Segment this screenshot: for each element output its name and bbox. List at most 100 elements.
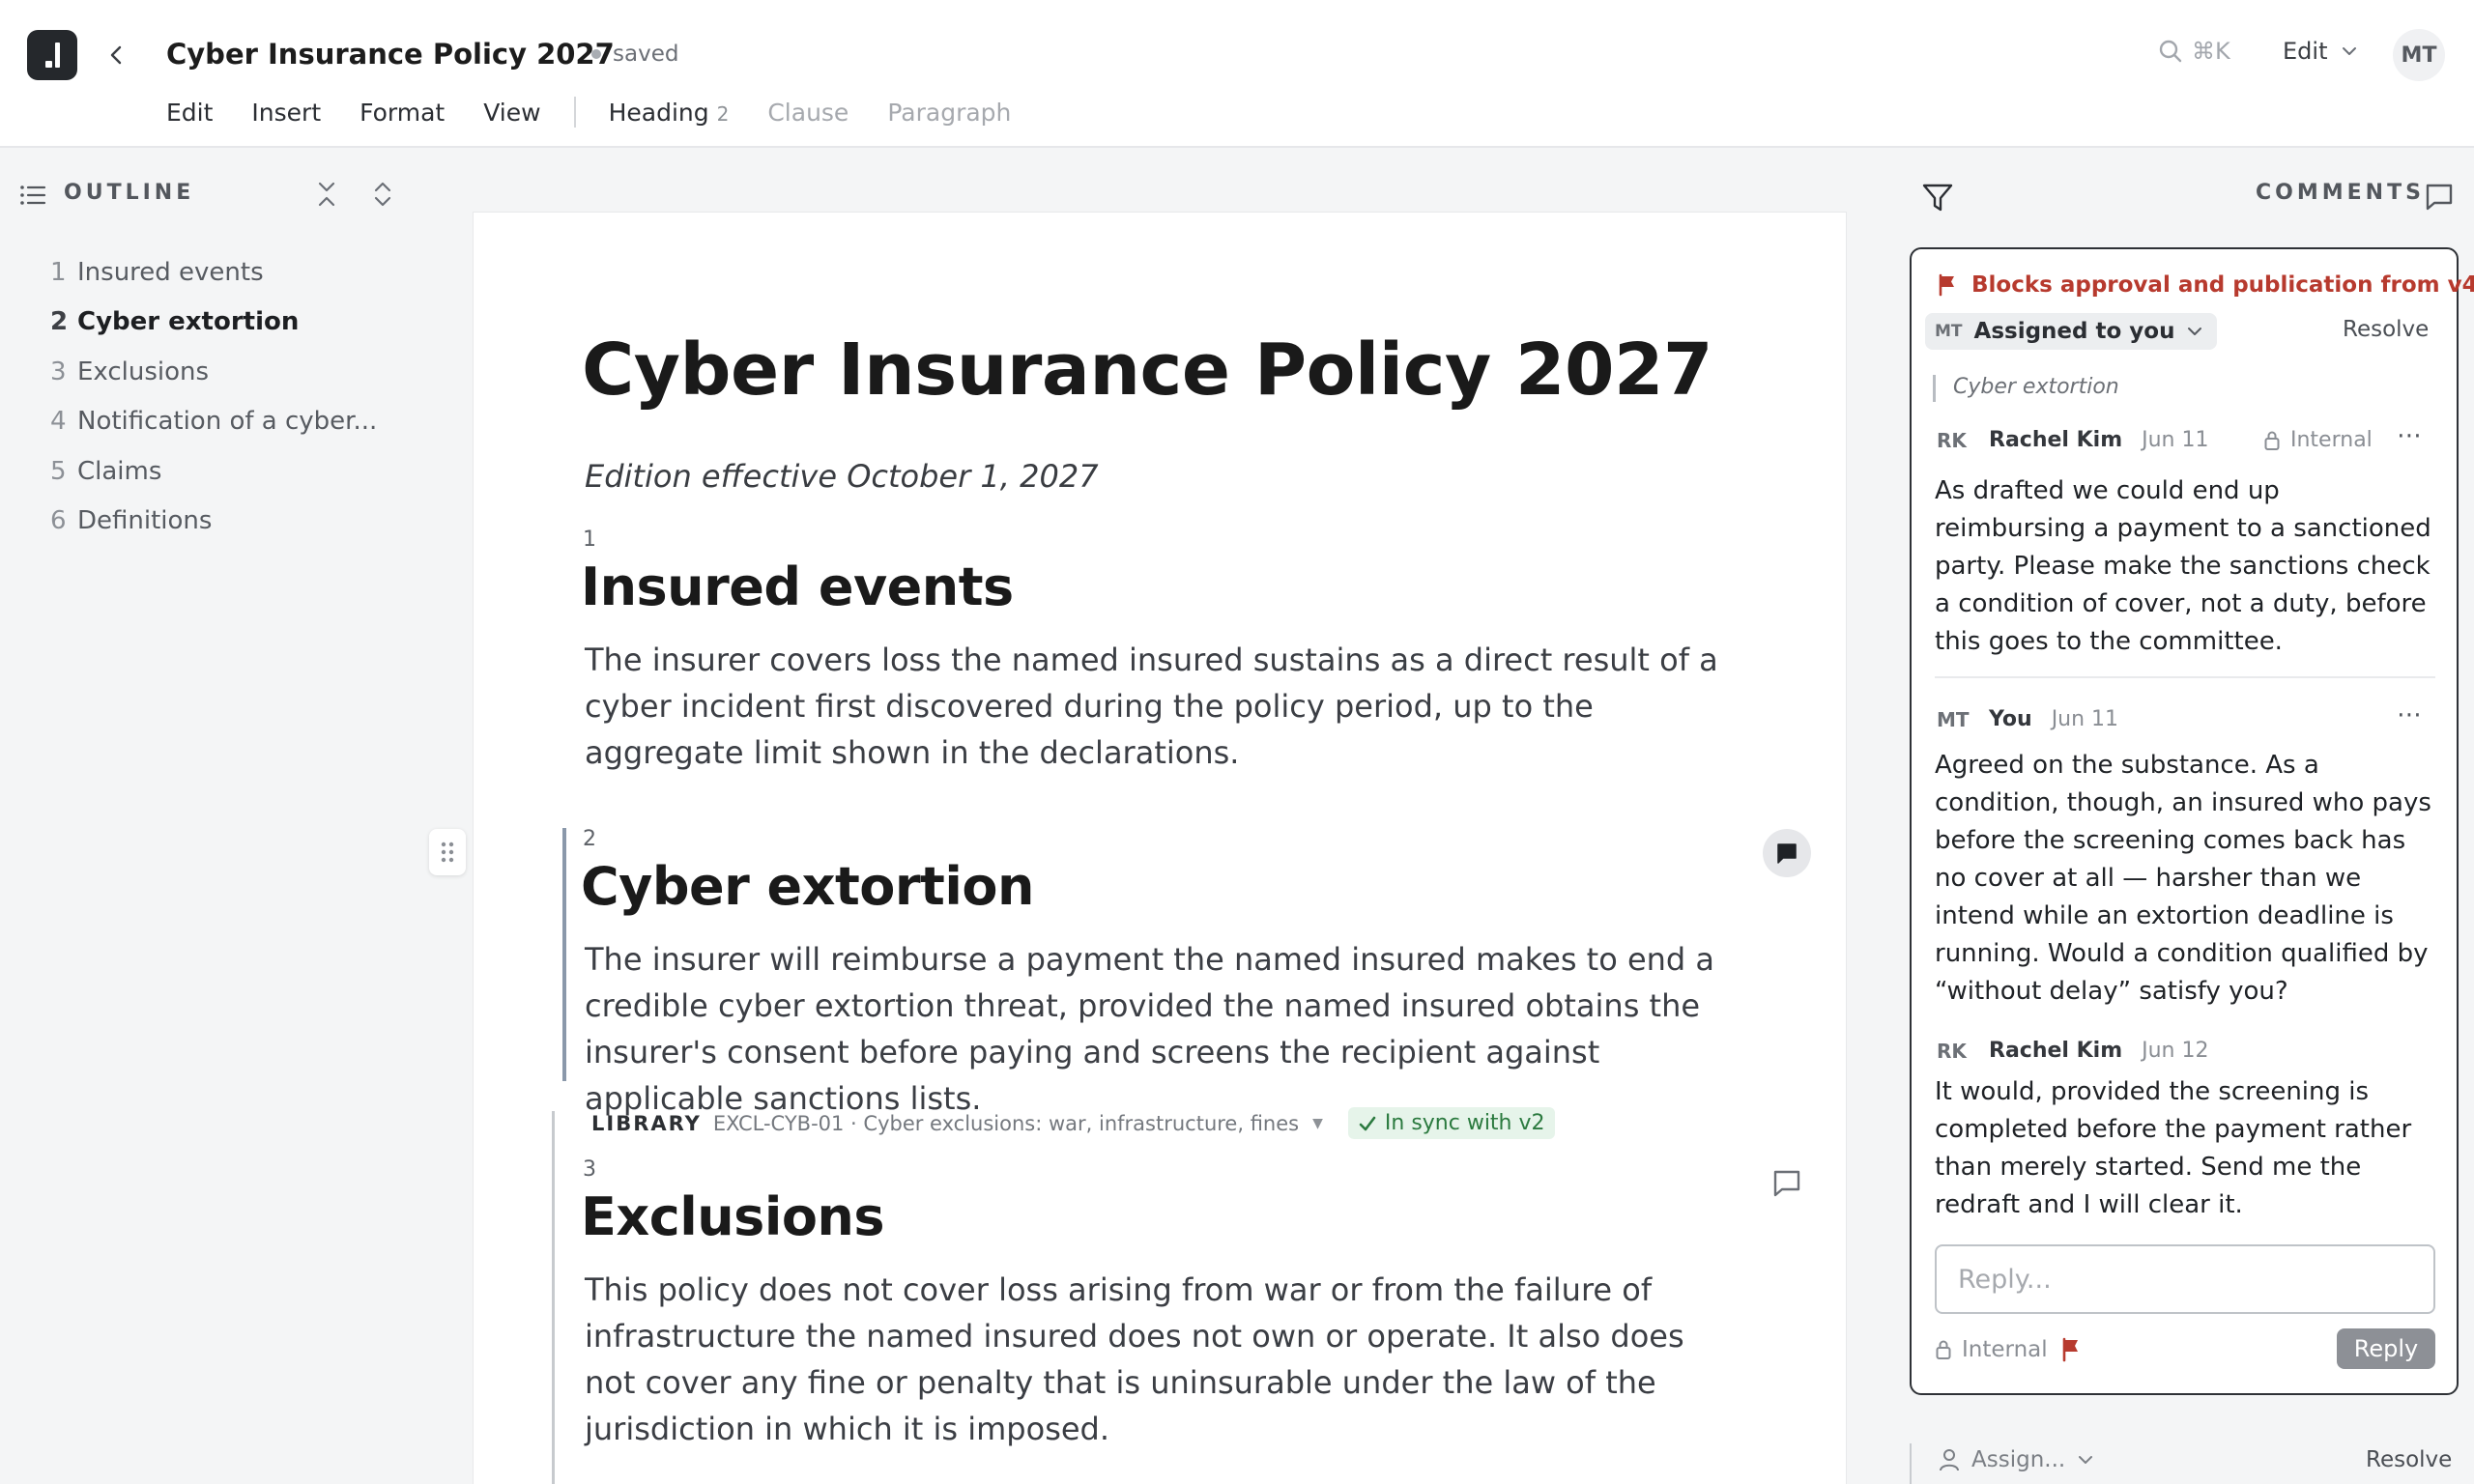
list-icon <box>20 186 46 205</box>
section-number: 3 <box>583 1157 596 1182</box>
filter-icon[interactable] <box>1921 183 1954 214</box>
flag-icon <box>1939 273 1954 297</box>
sync-badge: In sync with v2 <box>1347 1107 1555 1139</box>
menu-insert[interactable]: Insert <box>251 99 321 127</box>
assignee-initials: MT <box>1935 322 1963 341</box>
top-bar: Cyber Insurance Policy 2027 saved ⌘K Edi… <box>0 0 2474 148</box>
drag-handle[interactable] <box>429 829 466 875</box>
section-body[interactable]: This policy does not cover loss arising … <box>585 1267 1744 1452</box>
assignee-dropdown[interactable]: MT Assigned to you <box>1925 313 2218 350</box>
assign-dropdown[interactable]: Assign... <box>1939 1447 2094 1472</box>
document-title[interactable]: Cyber Insurance Policy 2027 <box>166 38 615 71</box>
outline-item-number: 4 <box>50 407 67 437</box>
save-status: saved <box>591 42 678 67</box>
assign-label: Assign... <box>1971 1447 2066 1472</box>
search-icon <box>2159 40 2182 63</box>
library-reference[interactable]: LIBRARY EXCL-CYB-01 · Cyber exclusions: … <box>591 1107 1555 1139</box>
collapse-all-icon[interactable] <box>313 180 340 209</box>
sync-status: In sync with v2 <box>1384 1111 1545 1135</box>
style-clause[interactable]: Clause <box>767 99 849 127</box>
chevron-down-icon <box>2188 328 2202 335</box>
caret-down-icon[interactable]: ▼ <box>1312 1116 1323 1131</box>
check-icon <box>1359 1116 1376 1130</box>
user-avatar[interactable]: MT <box>2393 29 2445 81</box>
resolve-button[interactable]: Resolve <box>2366 1447 2452 1472</box>
visibility-label: Internal <box>2290 428 2373 452</box>
outline-item[interactable]: 4 Notification of a cyber... <box>50 397 379 447</box>
comments-title: COMMENTS <box>2256 181 2425 205</box>
section-number: 2 <box>583 827 596 851</box>
library-block-bar <box>552 1111 555 1484</box>
comment-date: Jun 12 <box>2142 1039 2209 1063</box>
heading-level: 2 <box>716 101 730 126</box>
section-heading[interactable]: Insured events <box>581 556 1014 617</box>
menu-edit[interactable]: Edit <box>166 99 213 127</box>
author-initials: RK <box>1937 428 1967 452</box>
blocker-text: Blocks approval and publication from v4 <box>1971 272 2474 298</box>
comment-body: Agreed on the substance. As a condition,… <box>1935 751 2431 1006</box>
search-shortcut: ⌘K <box>2192 38 2230 65</box>
comment-header: RK Rachel Kim Jun 12 <box>1937 1039 2209 1063</box>
logo-bar <box>55 43 60 68</box>
back-button[interactable] <box>101 39 133 71</box>
comment-author: Rachel Kim <box>1989 428 2123 452</box>
outline-item-number: 1 <box>50 257 67 287</box>
comments-icon[interactable] <box>2424 182 2455 213</box>
outline-item-active[interactable]: 2 Cyber extortion <box>50 298 379 348</box>
comment-date: Jun 11 <box>2051 707 2119 731</box>
more-options-icon[interactable]: ⋯ <box>2397 421 2423 450</box>
comment-header: MT You Jun 11 <box>1937 707 2118 731</box>
search-button[interactable]: ⌘K <box>2157 38 2230 65</box>
style-heading[interactable]: Heading 2 <box>609 99 730 127</box>
reply-visibility-toggle[interactable]: Internal <box>1935 1337 2048 1362</box>
save-status-label: saved <box>613 42 679 67</box>
outline-item-number: 2 <box>50 307 69 337</box>
flag-icon[interactable] <box>2060 1337 2082 1362</box>
menu-bar: Edit Insert Format View Heading 2 Clause … <box>166 97 1050 128</box>
menu-format[interactable]: Format <box>360 99 445 127</box>
reply-input[interactable] <box>1935 1244 2435 1314</box>
outline-title: OUTLINE <box>64 181 195 205</box>
mode-label: Edit <box>2283 38 2328 65</box>
section-body[interactable]: The insurer will reimburse a payment the… <box>585 936 1744 1122</box>
blocker-notice: Blocks approval and publication from v4 <box>1937 272 2474 298</box>
lock-icon <box>1936 1340 1951 1359</box>
outline-item-label: Cyber extortion <box>77 307 300 337</box>
outline-item-number: 3 <box>50 357 67 386</box>
app-logo[interactable] <box>27 30 77 80</box>
status-dot-icon <box>591 49 601 59</box>
outline-item[interactable]: 6 Definitions <box>50 497 379 547</box>
chevron-left-icon <box>110 45 122 65</box>
quoted-anchor[interactable]: Cyber extortion <box>1933 375 2119 402</box>
document-subtitle[interactable]: Edition effective October 1, 2027 <box>585 458 1099 495</box>
resolve-button[interactable]: Resolve <box>2343 317 2429 342</box>
author-initials: MT <box>1937 707 1970 731</box>
menu-view[interactable]: View <box>483 99 540 127</box>
outline-item[interactable]: 1 Insured events <box>50 247 379 298</box>
section-heading[interactable]: Cyber extortion <box>581 856 1034 917</box>
library-code: EXCL-CYB-01 · Cyber exclusions: war, inf… <box>712 1111 1300 1135</box>
section-number: 1 <box>583 528 596 552</box>
outline-item-label: Insured events <box>77 257 264 287</box>
reply-button[interactable]: Reply <box>2337 1328 2435 1369</box>
menu-divider <box>573 97 576 128</box>
user-icon <box>1940 1449 1959 1471</box>
selection-bar <box>562 828 566 1081</box>
section-heading[interactable]: Exclusions <box>581 1186 885 1247</box>
library-label: LIBRARY <box>591 1111 702 1135</box>
document-heading[interactable]: Cyber Insurance Policy 2027 <box>582 328 1712 412</box>
more-options-icon[interactable]: ⋯ <box>2397 700 2423 729</box>
chevron-down-icon <box>2343 47 2357 55</box>
mode-dropdown[interactable]: Edit <box>2283 38 2358 65</box>
assignee-label: Assigned to you <box>1973 319 2175 344</box>
comment-author: You <box>1989 707 2032 731</box>
outline-item[interactable]: 5 Claims <box>50 446 379 497</box>
add-comment-icon[interactable] <box>1770 1167 1803 1200</box>
section-body[interactable]: The insurer covers loss the named insure… <box>585 637 1744 776</box>
outline-item-label: Notification of a cyber... <box>77 407 378 437</box>
outline-item[interactable]: 3 Exclusions <box>50 347 379 397</box>
style-paragraph[interactable]: Paragraph <box>887 99 1011 127</box>
comment-marker[interactable] <box>1763 829 1811 877</box>
comment-filled-icon <box>1777 843 1797 864</box>
expand-all-icon[interactable] <box>369 180 396 209</box>
